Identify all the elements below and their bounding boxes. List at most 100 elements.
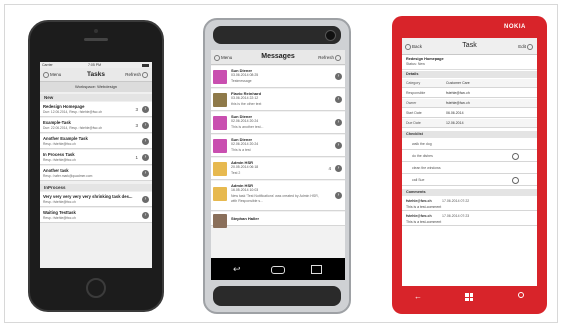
message-date: 02.06.2014 20:24 [231,119,259,123]
checklist-item[interactable]: call Sue [402,175,537,186]
windows-start-icon[interactable] [465,293,473,301]
task-meta: Resp.: fstehle@fwc.ch [43,142,76,146]
task-row[interactable]: Another task Resp.: hafer.mark@quadmer.c… [40,166,152,181]
back-arrow-icon[interactable]: ← [414,292,422,301]
nav-bar: Menu Tasks Refresh [40,68,152,82]
message-row[interactable]: Sun Diener 03.06.2014 08:25 Testmessage … [211,66,345,88]
check-circle-icon[interactable] [512,153,519,160]
task-header: Redesign Homepage Status: New [402,55,537,70]
task-meta: Resp.: fstehle@fwc.ch [43,158,76,162]
recent-apps-icon[interactable] [311,265,322,274]
task-row[interactable]: Waiting Testtask Resp.: fstehle@fwc.ch › [40,208,152,223]
chevron-right-icon: › [142,212,149,219]
task-title: Very very very very very shrinking task … [43,194,133,199]
home-icon[interactable] [271,266,285,274]
message-sender: Stephan Haller [231,216,260,221]
message-row[interactable]: Admin HSR 20.05.2014 06:18 Test 2 4 › [211,158,345,180]
edit-button[interactable]: Edit [518,44,534,50]
message-row[interactable]: Stephan Haller [211,212,345,228]
front-camera [94,29,98,33]
message-row[interactable]: Sun Diener 02.06.2014 20:24 This is a te… [211,135,345,157]
detail-label: Owner [406,101,417,105]
message-row[interactable]: Flavio Reinhard 03.06.2014 22:12 this is… [211,89,345,111]
task-count: 3 [135,107,138,112]
task-title: Redesign Homepage [43,104,85,109]
edit-icon [527,44,533,50]
speaker-grille-top [213,26,341,44]
detail-label: Start Date [406,111,422,115]
avatar [213,70,227,84]
chevron-right-icon: › [142,138,149,145]
task-title: In Process Task [43,152,75,157]
comment-author: fstehle@fwc.ch [406,214,432,218]
message-row[interactable]: Admin HSR 16.05.2014 10:03 New task 'Tes… [211,181,345,211]
refresh-button[interactable]: Refresh [318,55,342,61]
message-row[interactable]: Sun Diener 02.06.2014 20:24 This is anot… [211,112,345,134]
checklist-item[interactable]: do the dishes [402,151,537,162]
workspace-bar[interactable]: Workspace: Webdesign [40,82,152,92]
checklist-text: clean the windows [412,166,441,170]
detail-row: Due Date 12.06.2014 [402,119,537,128]
refresh-button[interactable]: Refresh [125,72,149,78]
task-meta: Resp.: fstehle@fwc.ch [43,216,76,220]
comment-author: fstehle@fwc.ch [406,199,432,203]
message-date: 02.06.2014 20:24 [231,142,259,146]
detail-value: 06.06.2014 [446,111,464,115]
checklist-text: call Sue [412,178,425,182]
nav-bar: Back Task Edit [402,38,537,55]
checklist-item[interactable]: clean the windows [402,163,537,174]
check-circle-icon[interactable] [512,177,519,184]
android-nav-bar: ↩ [211,258,345,280]
nokia-device: NOKIA Back Task Edit Redesign Homepage S… [392,16,547,314]
avatar [213,116,227,130]
task-row[interactable]: Example-Task Due: 22.06.2014, Resp.: fst… [40,118,152,133]
search-icon[interactable] [518,292,524,298]
task-meta: Resp.: hafer.mark@quadmer.com [43,174,93,178]
refresh-icon [335,55,341,61]
detail-row: Category Customer Care [402,79,537,88]
detail-value: fstehle@fwc.ch [446,91,470,95]
avatar [213,139,227,153]
avatar [213,93,227,107]
avatar [213,214,227,228]
task-meta: Due: 22.06.2014, Resp.: fstehle@fwc.ch [43,126,103,130]
section-inprocess: InProcess [40,184,152,191]
section-new: New [40,94,152,101]
chevron-right-icon: › [335,142,342,149]
chevron-right-icon: › [142,196,149,203]
nav-bar: Menu Messages Refresh [211,50,345,65]
battery-icon [142,63,149,67]
task-title: Another Example Task [43,136,88,141]
task-row[interactable]: Very very very very very shrinking task … [40,192,152,207]
comment-row: fstehle@fwc.ch 17.06.2014 07:23 This is … [402,212,537,226]
back-icon[interactable]: ↩ [233,264,241,275]
avatar [213,187,227,201]
checklist-item[interactable]: walk the dog [402,139,537,150]
message-date: 03.06.2014 08:25 [231,73,259,77]
detail-value: fstehle@fwc.ch [446,101,470,105]
carrier-label: Carrier [42,63,53,67]
home-button[interactable] [86,278,106,298]
message-date: 03.06.2014 22:12 [231,96,259,100]
section-comments: Comments [402,189,537,196]
task-count: 1 [135,155,138,160]
detail-row: Owner fstehle@fwc.ch [402,99,537,108]
comment-text: This is a test-comment [406,220,442,224]
task-row[interactable]: Redesign Homepage Due: 12.06.2014, Resp.… [40,102,152,117]
detail-label: Category [406,81,421,85]
chevron-right-icon: › [142,106,149,113]
task-row[interactable]: Another Example Task Resp.: fstehle@fwc.… [40,134,152,149]
chevron-right-icon: › [335,192,342,199]
task-row[interactable]: In Process Task Resp.: fstehle@fwc.ch 1 … [40,150,152,165]
message-text: This is a test [231,148,251,152]
task-count: 3 [135,123,138,128]
chevron-right-icon: › [335,96,342,103]
section-checklist: Checklist [402,131,537,138]
avatar [213,162,227,176]
nokia-screen: Back Task Edit Redesign Homepage Status:… [402,38,537,286]
task-title: Waiting Testtask [43,210,76,215]
comment-date: 17.06.2014 07:23 [442,214,470,218]
time-label: 7:05 PM [88,63,102,67]
detail-row: Responsible fstehle@fwc.ch [402,89,537,98]
detail-label: Due Date [406,121,421,125]
